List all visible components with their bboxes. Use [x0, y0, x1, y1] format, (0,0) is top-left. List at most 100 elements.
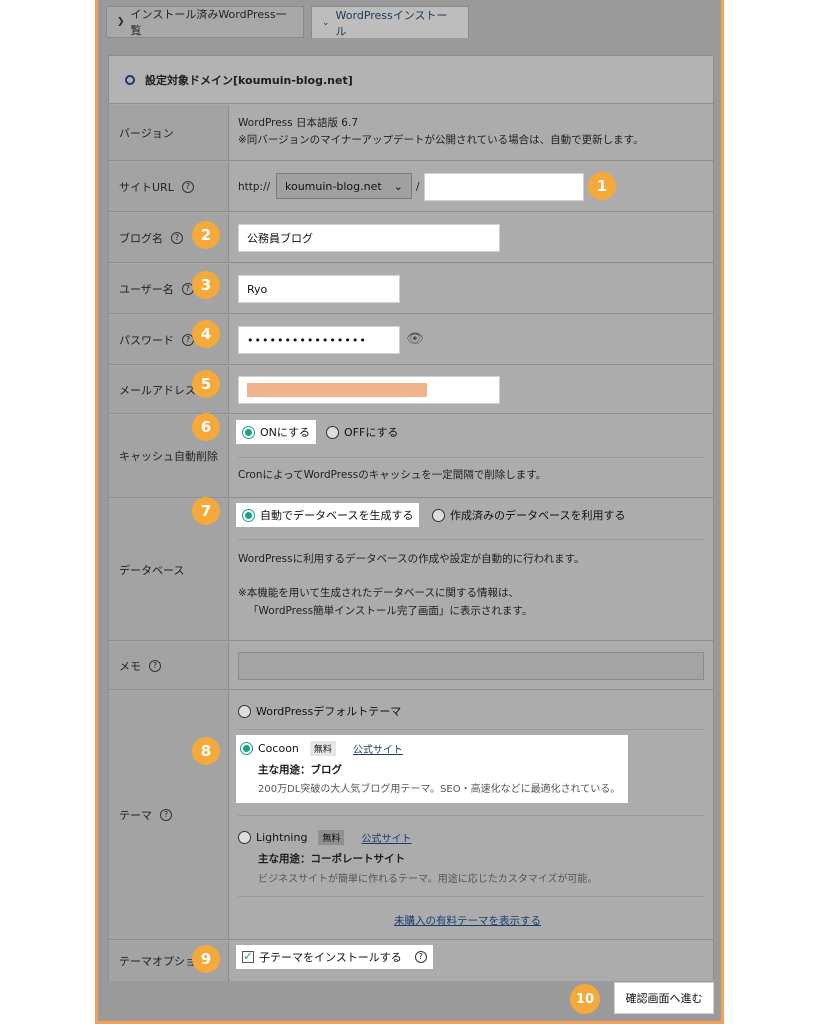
tab-installed-label: インストール済みWordPress一覧: [130, 8, 287, 37]
divider: [238, 896, 705, 897]
cocoon-card[interactable]: Cocoon 無料 公式サイト 主な用途：ブログ 200万DL突破の大人気ブログ…: [236, 735, 628, 803]
domain-heading: 設定対象ドメイン[koumuin-blog.net]: [145, 73, 353, 87]
step-badge-10: 10: [570, 984, 600, 1014]
blog-name-value: 公務員ブログ: [230, 213, 713, 262]
cache-on-option[interactable]: ONにする: [236, 420, 316, 444]
site-path-input[interactable]: [424, 173, 584, 201]
version-line2: ※同バージョンのマイナーアップデートが公開されている場合は、自動で更新します。: [238, 134, 644, 146]
checkbox-checked-icon: [242, 949, 254, 963]
tab-installed-list[interactable]: ❯ インストール済みWordPress一覧: [106, 6, 304, 38]
lightning-use: 主な用途：コーポレートサイト: [258, 853, 405, 865]
radio-on-icon: [242, 508, 255, 522]
domain-select[interactable]: koumuin-blog.net ⌄: [276, 173, 412, 199]
radio-off-icon: [432, 508, 445, 522]
help-icon[interactable]: ?: [160, 809, 172, 821]
cocoon-official-link[interactable]: 公式サイト: [353, 741, 403, 756]
username-input[interactable]: Ryo: [238, 275, 400, 303]
help-icon[interactable]: ?: [171, 231, 183, 244]
db-note1: WordPressに利用するデータベースの作成や設定が自動的に行われます。: [238, 553, 585, 565]
theme-cocoon-option[interactable]: Cocoon 無料 公式サイト: [240, 741, 403, 756]
step-badge-9: 9: [192, 945, 220, 973]
db-existing-label: 作成済みのデータベースを利用する: [450, 509, 626, 522]
db-existing-option[interactable]: 作成済みのデータベースを利用する: [432, 507, 625, 523]
step-badge-7: 7: [192, 497, 220, 525]
url-slash: /: [416, 181, 420, 193]
site-url-label-text: サイトURL: [119, 180, 174, 194]
radio-on-icon: [242, 425, 255, 439]
memo-label: メモ ?: [109, 642, 229, 689]
theme-label: テーマ ?: [109, 691, 229, 939]
db-note2: ※本機能を用いて生成されたデータベースに関する情報は、: [238, 587, 519, 599]
cache-value: ONにする OFFにする CronによってWordPressのキャッシュを一定間…: [230, 415, 713, 497]
cocoon-use: 主な用途：ブログ: [258, 764, 342, 776]
theme-row: テーマ ? WordPressデフォルトテーマ Cocoon 無料 公式サイト: [109, 691, 713, 940]
divider: [238, 457, 705, 458]
db-auto-option[interactable]: 自動でデータベースを生成する: [236, 503, 420, 527]
domain-select-value: koumuin-blog.net: [285, 179, 382, 193]
email-input[interactable]: [238, 376, 500, 404]
confirm-button[interactable]: 確認画面へ進む: [614, 982, 714, 1014]
divider: [238, 815, 705, 816]
help-icon[interactable]: ?: [414, 951, 427, 963]
username-label-text: ユーザー名: [119, 282, 174, 296]
password-value: •••••••••••••••• 👁: [230, 315, 713, 364]
step-badge-5: 5: [192, 370, 220, 398]
db-auto-label: 自動でデータベースを生成する: [260, 509, 414, 522]
divider: [238, 539, 705, 540]
chevron-right-icon: ❯: [117, 17, 125, 27]
child-theme-checkbox-option[interactable]: 子テーマをインストールする ?: [236, 945, 433, 969]
cache-note: CronによってWordPressのキャッシュを一定間隔で削除します。: [238, 469, 547, 481]
step-badge-4: 4: [192, 320, 220, 348]
url-prefix: http://: [238, 181, 271, 193]
theme-default-label: WordPressデフォルトテーマ: [256, 705, 402, 718]
theme-default-option[interactable]: WordPressデフォルトテーマ: [238, 703, 401, 719]
memo-label-text: メモ: [119, 659, 141, 673]
version-value: WordPress 日本語版 6.7 ※同バージョンのマイナーアップデートが公開…: [230, 105, 713, 160]
theme-label-text: テーマ: [119, 809, 152, 822]
step-badge-6: 6: [192, 413, 220, 441]
theme-lightning-option[interactable]: Lightning 無料 公式サイト: [238, 830, 411, 845]
tab-wordpress-install[interactable]: ⌄ WordPressインストール: [311, 6, 469, 38]
radio-off-icon: [238, 831, 251, 844]
install-form-frame: ❯ インストール済みWordPress一覧 ⌄ WordPressインストール …: [95, 0, 724, 1024]
memo-input[interactable]: [238, 652, 704, 680]
cache-off-label: OFFにする: [344, 426, 399, 439]
blog-name-input[interactable]: 公務員ブログ: [238, 224, 500, 252]
divider: [238, 729, 705, 730]
version-line1: WordPress 日本語版 6.7: [238, 117, 358, 129]
memo-row: メモ ?: [109, 642, 713, 690]
lightning-desc: ビジネスサイトが簡単に作れるテーマ。用途に応じたカスタマイズが可能。: [258, 874, 598, 885]
chevron-down-icon: ⌄: [393, 179, 403, 193]
radio-on-icon: [240, 742, 253, 755]
cache-off-option[interactable]: OFFにする: [326, 424, 398, 440]
eye-slash-icon[interactable]: 👁: [406, 328, 424, 350]
tab-install-label: WordPressインストール: [335, 8, 448, 38]
redacted-email: [247, 383, 427, 397]
cache-on-label: ONにする: [260, 426, 310, 439]
step-badge-8: 8: [192, 737, 220, 765]
password-label-text: パスワード: [119, 333, 174, 347]
cocoon-desc: 200万DL突破の大人気ブログ用テーマ。SEO・高速化などに最適化されている。: [258, 784, 621, 795]
tab-bar: ❯ インストール済みWordPress一覧 ⌄ WordPressインストール: [98, 0, 721, 40]
version-row: バージョン WordPress 日本語版 6.7 ※同バージョンのマイナーアップ…: [109, 105, 713, 161]
site-url-value: http:// koumuin-blog.net ⌄ /: [230, 162, 713, 211]
theme-option-value: 子テーマをインストールする ?: [230, 941, 713, 981]
domain-heading-row: 設定対象ドメイン[koumuin-blog.net]: [109, 56, 713, 104]
cocoon-free-badge: 無料: [309, 741, 336, 756]
child-theme-label: 子テーマをインストールする: [259, 951, 402, 964]
step-badge-2: 2: [192, 221, 220, 249]
memo-value: [230, 642, 713, 689]
help-icon[interactable]: ?: [181, 180, 194, 193]
password-input[interactable]: ••••••••••••••••: [238, 326, 400, 354]
help-icon[interactable]: ?: [149, 659, 161, 672]
blog-name-label-text: ブログ名: [119, 231, 163, 245]
step-badge-3: 3: [192, 271, 220, 299]
version-label: バージョン: [109, 105, 229, 160]
database-value: 自動でデータベースを生成する 作成済みのデータベースを利用する WordPres…: [230, 499, 713, 640]
cocoon-name: Cocoon: [258, 742, 299, 755]
theme-value: WordPressデフォルトテーマ Cocoon 無料 公式サイト 主な用途：ブ…: [230, 691, 713, 939]
step-badge-1: 1: [588, 172, 616, 200]
site-url-label: サイトURL ?: [109, 162, 229, 211]
paid-themes-link[interactable]: 未購入の有料テーマを表示する: [394, 913, 541, 930]
lightning-official-link[interactable]: 公式サイト: [361, 830, 411, 845]
